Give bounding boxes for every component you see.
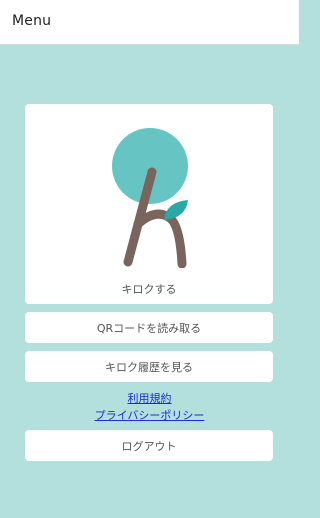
logout-button[interactable]: ログアウト (25, 430, 273, 461)
header-title: Menu (12, 13, 52, 29)
kiroku-logo-icon (112, 128, 188, 268)
app-header: Menu (0, 0, 299, 45)
terms-link[interactable]: 利用規約 (0, 390, 299, 406)
kiroku-history-button[interactable]: キロク履歴を見る (25, 351, 273, 382)
qr-scan-button[interactable]: QRコードを読み取る (25, 312, 273, 343)
kiroku-card-button[interactable] (25, 104, 273, 304)
kiroku-card-label: キロクする (121, 283, 177, 296)
privacy-policy-link[interactable]: プライバシーポリシー (0, 407, 299, 423)
